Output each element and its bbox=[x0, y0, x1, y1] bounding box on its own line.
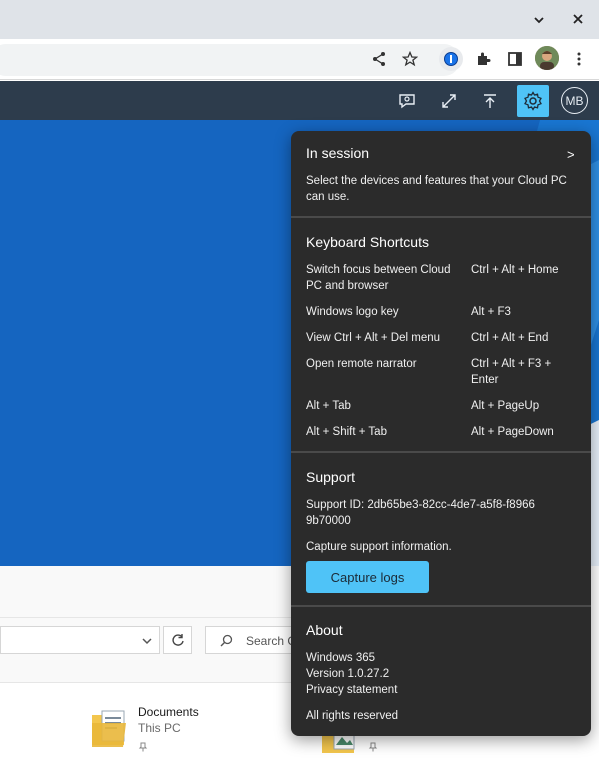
disconnect-icon[interactable] bbox=[474, 85, 506, 117]
shortcut-keys: Alt + PageUp bbox=[471, 400, 540, 412]
shortcut-action: Windows logo key bbox=[306, 306, 399, 318]
sidebar-icon[interactable] bbox=[503, 47, 527, 71]
app-header: MB bbox=[0, 81, 599, 120]
share-icon[interactable] bbox=[367, 47, 391, 71]
chevron-down-icon[interactable] bbox=[527, 8, 551, 32]
user-avatar[interactable]: MB bbox=[561, 87, 588, 114]
divider bbox=[291, 605, 591, 607]
shortcut-keys: Alt + PageDown bbox=[471, 426, 554, 438]
pin-icon bbox=[138, 739, 148, 757]
divider bbox=[291, 216, 591, 218]
shortcut-keys: Alt + F3 bbox=[471, 306, 511, 318]
settings-icon[interactable] bbox=[517, 85, 549, 117]
search-icon bbox=[220, 634, 233, 650]
shortcut-action: Open remote narrator bbox=[306, 358, 417, 370]
profile-avatar[interactable] bbox=[535, 46, 559, 70]
version-text: Version 1.0.27.2 bbox=[306, 668, 390, 680]
shortcut-keys: Ctrl + Alt + Home bbox=[471, 264, 559, 276]
rights-text: All rights reserved bbox=[306, 710, 399, 722]
item-name: Documents bbox=[138, 705, 199, 719]
shortcut-action: View Ctrl + Alt + Del menu bbox=[306, 332, 441, 344]
shortcut-action: Alt + Tab bbox=[306, 400, 351, 412]
explorer-address-bar[interactable] bbox=[0, 626, 160, 654]
item-location: This PC bbox=[138, 721, 181, 735]
fullscreen-icon[interactable] bbox=[433, 85, 465, 117]
support-title: Support bbox=[306, 469, 356, 485]
divider bbox=[291, 451, 591, 453]
star-icon[interactable] bbox=[398, 47, 422, 71]
pin-icon bbox=[368, 739, 378, 757]
in-session-title: In session bbox=[306, 145, 370, 161]
explorer-search-input[interactable]: Search C bbox=[205, 626, 305, 654]
privacy-statement-link[interactable]: Privacy statement bbox=[306, 682, 426, 698]
browser-title-bar bbox=[0, 0, 599, 39]
address-bar[interactable] bbox=[0, 44, 460, 76]
shortcut-keys: Ctrl + Alt + End bbox=[471, 332, 549, 344]
refresh-button[interactable] bbox=[163, 626, 192, 654]
settings-flyout: In session > Select the devices and feat… bbox=[291, 131, 591, 736]
close-icon[interactable] bbox=[566, 7, 590, 31]
chevron-down-icon[interactable] bbox=[141, 634, 153, 652]
refresh-icon bbox=[171, 634, 184, 646]
password-manager-icon[interactable] bbox=[439, 47, 463, 71]
list-item[interactable]: Documents This PC bbox=[90, 705, 290, 755]
shortcut-action: Alt + Shift + Tab bbox=[306, 426, 387, 438]
extensions-icon[interactable] bbox=[471, 47, 495, 71]
keyboard-shortcuts-title: Keyboard Shortcuts bbox=[306, 234, 429, 250]
folder-icon bbox=[90, 707, 130, 754]
browser-toolbar bbox=[0, 39, 599, 80]
product-name: Windows 365 bbox=[306, 652, 376, 664]
capture-logs-button[interactable]: Capture logs bbox=[306, 561, 429, 593]
about-title: About bbox=[306, 622, 343, 638]
chevron-right-icon: > bbox=[567, 147, 575, 162]
in-session-description: Select the devices and features that you… bbox=[306, 175, 567, 203]
shortcut-keys: Ctrl + Alt + F3 + Enter bbox=[471, 358, 552, 386]
support-id: Support ID: 2db65be3-82cc-4de7-a5f8-f896… bbox=[306, 499, 535, 527]
in-session-row[interactable]: In session > bbox=[291, 141, 591, 165]
search-placeholder: Search C bbox=[246, 634, 297, 648]
shortcut-action: Switch focus between Cloud PC and browse… bbox=[306, 264, 451, 292]
feedback-icon[interactable] bbox=[391, 85, 423, 117]
capture-support-text: Capture support information. bbox=[306, 541, 452, 553]
more-menu-icon[interactable] bbox=[567, 47, 591, 71]
